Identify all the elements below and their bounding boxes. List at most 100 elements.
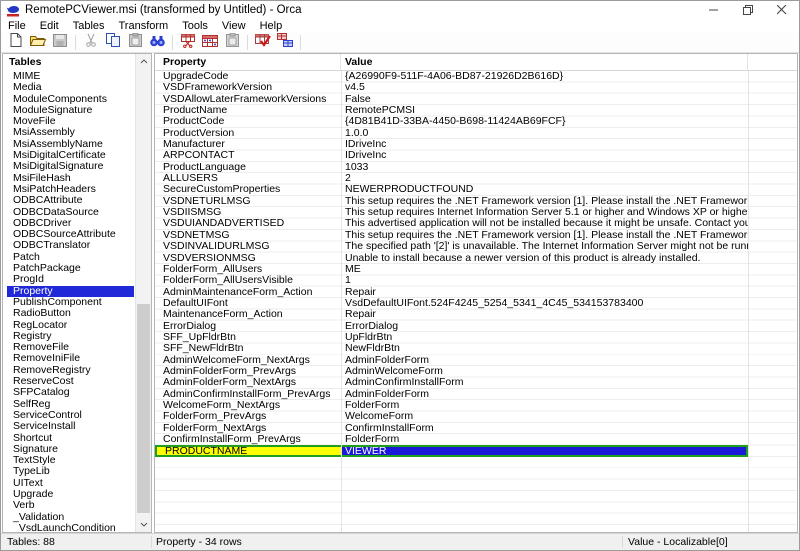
- menu-item[interactable]: Edit: [33, 19, 66, 33]
- value-cell[interactable]: This setup requires the .NET Framework v…: [341, 230, 748, 241]
- table-row[interactable]: VSDUIANDADVERTISED This advertised appli…: [155, 218, 797, 229]
- table-row[interactable]: ARPCONTACT IDriveInc: [155, 150, 797, 161]
- table-add-row-button[interactable]: [199, 34, 221, 52]
- property-cell[interactable]: MaintenanceForm_Action: [155, 309, 341, 320]
- table-list-item[interactable]: RemoveRegistry: [7, 365, 134, 376]
- value-cell[interactable]: The specified path '[2]' is unavailable.…: [341, 241, 748, 252]
- close-button[interactable]: [765, 1, 799, 19]
- value-cell[interactable]: 1: [341, 275, 748, 286]
- copy-button[interactable]: [102, 34, 124, 52]
- table-list-item[interactable]: TypeLib: [7, 466, 134, 477]
- value-cell[interactable]: RemotePCMSI: [341, 105, 748, 116]
- paste-button[interactable]: [124, 34, 146, 52]
- table-row[interactable]: FolderForm_AllUsers ME: [155, 264, 797, 275]
- menu-item[interactable]: Help: [253, 19, 290, 33]
- property-cell[interactable]: SecureCustomProperties: [155, 184, 341, 195]
- find-button[interactable]: [146, 34, 168, 52]
- value-cell[interactable]: Unable to install because a newer versio…: [341, 253, 748, 264]
- value-cell[interactable]: False: [341, 94, 748, 105]
- table-list-item[interactable]: MsiAssembly: [7, 127, 134, 138]
- table-row[interactable]: VSDIISMSG This setup requires Internet I…: [155, 207, 797, 218]
- tables-scrollbar[interactable]: [135, 54, 151, 532]
- menu-item[interactable]: Tools: [175, 19, 215, 33]
- property-cell[interactable]: AdminConfirmInstallForm_PrevArgs: [155, 389, 341, 400]
- value-cell[interactable]: IDriveInc: [341, 139, 748, 150]
- property-cell[interactable]: ProductCode: [155, 116, 341, 127]
- table-list-item[interactable]: ModuleComponents: [7, 94, 134, 105]
- table-row[interactable]: VSDAllowLaterFrameworkVersions False: [155, 94, 797, 105]
- property-cell[interactable]: ProductVersion: [155, 128, 341, 139]
- table-row[interactable]: VSDNETMSG This setup requires the .NET F…: [155, 230, 797, 241]
- table-row[interactable]: WelcomeForm_NextArgs FolderForm: [155, 400, 797, 411]
- table-list-item[interactable]: ModuleSignature: [7, 105, 134, 116]
- property-cell[interactable]: ConfirmInstallForm_PrevArgs: [155, 434, 341, 445]
- table-row[interactable]: AdminMaintenanceForm_Action Repair: [155, 287, 797, 298]
- value-cell[interactable]: NewFldrBtn: [341, 343, 748, 354]
- table-list-item[interactable]: ServiceInstall: [7, 421, 134, 432]
- property-cell[interactable]: VSDNETMSG: [155, 230, 341, 241]
- table-cut-button[interactable]: [177, 34, 199, 52]
- table-paste-button[interactable]: [221, 34, 243, 52]
- property-cell[interactable]: AdminMaintenanceForm_Action: [155, 287, 341, 298]
- value-cell[interactable]: AdminConfirmInstallForm: [341, 377, 748, 388]
- table-row[interactable]: AdminConfirmInstallForm_PrevArgs AdminFo…: [155, 389, 797, 400]
- table-list-item[interactable]: MsiFileHash: [7, 173, 134, 184]
- value-cell[interactable]: FolderForm: [341, 400, 748, 411]
- table-row[interactable]: DefaultUIFont VsdDefaultUIFont.524F4245_…: [155, 298, 797, 309]
- cut-button[interactable]: [80, 34, 102, 52]
- value-cell[interactable]: AdminFolderForm: [341, 389, 748, 400]
- table-row[interactable]: ErrorDialog ErrorDialog: [155, 321, 797, 332]
- table-list-item[interactable]: ReserveCost: [7, 376, 134, 387]
- table-list-item[interactable]: ODBCAttribute: [7, 195, 134, 206]
- property-cell[interactable]: UpgradeCode: [155, 71, 341, 82]
- value-cell[interactable]: This setup requires the .NET Framework v…: [341, 196, 748, 207]
- value-cell[interactable]: AdminWelcomeForm: [341, 366, 748, 377]
- value-cell[interactable]: This advertised application will not be …: [341, 218, 748, 229]
- property-cell[interactable]: FolderForm_AllUsersVisible: [155, 275, 341, 286]
- table-row[interactable]: FolderForm_PrevArgs WelcomeForm: [155, 411, 797, 422]
- property-cell[interactable]: FolderForm_NextArgs: [155, 423, 341, 434]
- minimize-button[interactable]: [697, 1, 731, 19]
- table-list-item[interactable]: _Validation: [7, 512, 134, 523]
- menu-item[interactable]: Tables: [66, 19, 112, 33]
- value-cell[interactable]: NEWERPRODUCTFOUND: [341, 184, 748, 195]
- table-row[interactable]: MaintenanceForm_Action Repair: [155, 309, 797, 320]
- property-cell[interactable]: AdminFolderForm_NextArgs: [155, 377, 341, 388]
- table-list-item[interactable]: Signature: [7, 444, 134, 455]
- property-cell[interactable]: ErrorDialog: [155, 321, 341, 332]
- table-row[interactable]: ProductCode {4D81B41D-33BA-4450-B698-114…: [155, 116, 797, 127]
- table-row[interactable]: VSDNETURLMSG This setup requires the .NE…: [155, 196, 797, 207]
- table-list-item[interactable]: ServiceControl: [7, 410, 134, 421]
- restore-button[interactable]: [731, 1, 765, 19]
- scroll-up-arrow-icon[interactable]: [136, 54, 152, 69]
- value-cell[interactable]: 1033: [341, 162, 748, 173]
- property-cell[interactable]: VSDVERSIONMSG: [155, 253, 341, 264]
- property-cell[interactable]: ARPCONTACT: [155, 150, 341, 161]
- table-row[interactable]: AdminFolderForm_PrevArgs AdminWelcomeFor…: [155, 366, 797, 377]
- table-row[interactable]: ConfirmInstallForm_PrevArgs FolderForm: [155, 434, 797, 445]
- table-list-item[interactable]: PatchPackage: [7, 263, 134, 274]
- table-list-item[interactable]: MoveFile: [7, 116, 134, 127]
- table-list-item[interactable]: RegLocator: [7, 320, 134, 331]
- table-list-item[interactable]: MIME: [7, 71, 134, 82]
- value-cell[interactable]: WelcomeForm: [341, 411, 748, 422]
- export-tables-button[interactable]: [274, 34, 296, 52]
- table-list-item[interactable]: RemoveFile: [7, 342, 134, 353]
- save-button[interactable]: [49, 34, 71, 52]
- value-cell[interactable]: AdminFolderForm: [341, 355, 748, 366]
- table-row[interactable]: AdminFolderForm_NextArgs AdminConfirmIns…: [155, 377, 797, 388]
- value-cell[interactable]: UpFldrBtn: [341, 332, 748, 343]
- table-list-item[interactable]: MsiPatchHeaders: [7, 184, 134, 195]
- table-row[interactable]: ProductName RemotePCMSI: [155, 105, 797, 116]
- table-list-item[interactable]: Property: [7, 286, 134, 297]
- property-cell[interactable]: SFF_UpFldrBtn: [155, 332, 341, 343]
- table-row[interactable]: ALLUSERS 2: [155, 173, 797, 184]
- table-list-item[interactable]: Media: [7, 82, 134, 93]
- value-cell[interactable]: ConfirmInstallForm: [341, 423, 748, 434]
- value-cell[interactable]: FolderForm: [341, 434, 748, 445]
- property-cell[interactable]: AdminWelcomeForm_NextArgs: [155, 355, 341, 366]
- menu-item[interactable]: View: [215, 19, 253, 33]
- value-cell[interactable]: ErrorDialog: [341, 321, 748, 332]
- property-cell[interactable]: DefaultUIFont: [155, 298, 341, 309]
- scroll-down-arrow-icon[interactable]: [136, 517, 152, 532]
